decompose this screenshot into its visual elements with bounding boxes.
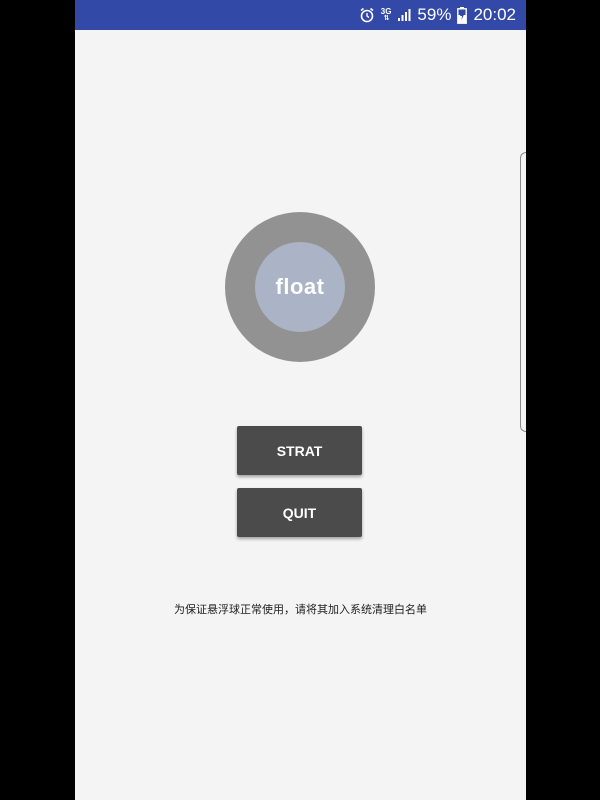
edge-panel-handle[interactable] bbox=[520, 152, 526, 432]
data-arrows-icon: ⇅ bbox=[383, 15, 390, 22]
status-icons: 3G ⇅ 59% 20:02 bbox=[359, 0, 516, 30]
start-button[interactable]: STRAT bbox=[237, 426, 362, 475]
signal-icon bbox=[397, 8, 411, 22]
alarm-icon bbox=[359, 7, 375, 23]
clock: 20:02 bbox=[473, 5, 516, 24]
network-label: 3G bbox=[380, 7, 392, 16]
float-ball[interactable]: float bbox=[225, 212, 375, 362]
status-bar: 3G ⇅ 59% 20:02 bbox=[75, 0, 526, 30]
battery-percent: 59% bbox=[417, 5, 452, 24]
float-ball-label: float bbox=[275, 274, 325, 299]
phone-screen: 3G ⇅ 59% 20:02 float STRAT QUIT 为保证悬浮球正常… bbox=[75, 0, 526, 800]
network-type: 3G ⇅ bbox=[380, 7, 392, 23]
float-ball-inner: float bbox=[255, 242, 345, 332]
battery-icon bbox=[457, 6, 468, 24]
quit-button[interactable]: QUIT bbox=[237, 488, 362, 537]
whitelist-notice: 为保证悬浮球正常使用，请将其加入系统清理白名单 bbox=[174, 603, 427, 616]
main-content: float STRAT QUIT 为保证悬浮球正常使用，请将其加入系统清理白名单 bbox=[75, 30, 526, 800]
